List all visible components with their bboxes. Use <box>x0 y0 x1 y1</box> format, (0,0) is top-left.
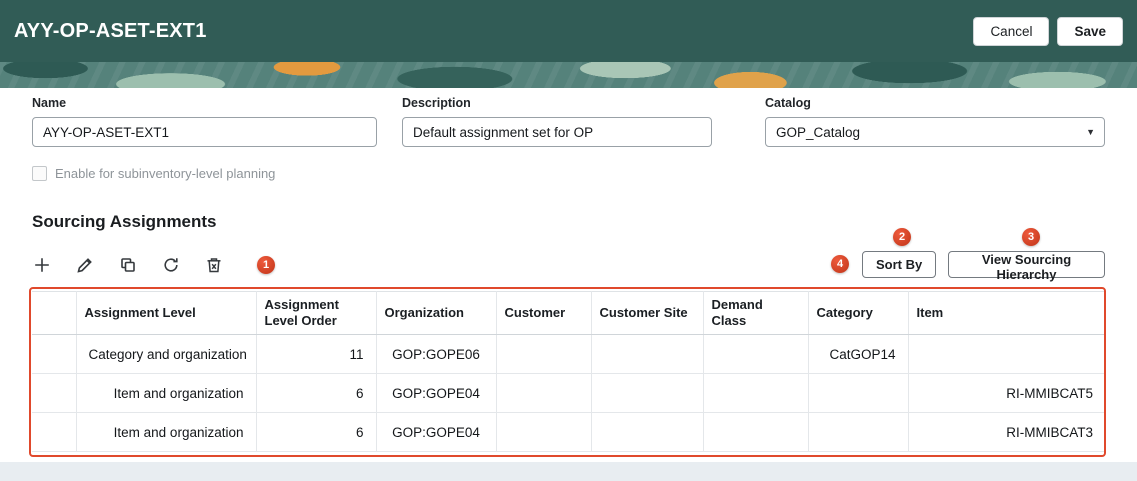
header-demand-class: Demand Class <box>703 291 809 335</box>
banner-pattern <box>0 62 1137 88</box>
chevron-down-icon: ▼ <box>1086 127 1095 137</box>
table-header-row: Assignment Level Assignment Level Order … <box>32 291 1105 335</box>
annotation-badge-3: 3 <box>1022 228 1040 246</box>
delete-button[interactable] <box>202 253 226 277</box>
table-toolbar: 1 <box>30 248 275 282</box>
page: AYY-OP-ASET-EXT1 Cancel Save Name Descri… <box>0 0 1137 481</box>
cell-item: RI-MMIBCAT5 <box>908 373 1105 413</box>
cancel-button[interactable]: Cancel <box>973 16 1050 46</box>
header-customer: Customer <box>496 291 592 335</box>
catalog-label: Catalog <box>765 96 811 110</box>
cell-organization: GOP:GOPE06 <box>376 334 497 374</box>
cell-customer-site <box>591 334 704 374</box>
cell-customer <box>496 334 592 374</box>
cell-customer-site <box>591 412 704 452</box>
cell-selector <box>32 373 77 413</box>
sourcing-assignments-table: Assignment Level Assignment Level Order … <box>32 291 1105 452</box>
sort-by-button[interactable]: Sort By <box>862 251 937 278</box>
cell-assignment-level: Category and organization <box>76 334 257 374</box>
cell-demand-class <box>703 334 809 374</box>
cell-order: 11 <box>256 334 377 374</box>
cell-order: 6 <box>256 412 377 452</box>
duplicate-button[interactable] <box>116 253 140 277</box>
cell-selector <box>32 334 77 374</box>
header-customer-site: Customer Site <box>591 291 704 335</box>
cell-item: RI-MMIBCAT3 <box>908 412 1105 452</box>
subinventory-checkbox[interactable] <box>32 166 47 181</box>
cell-item <box>908 334 1105 374</box>
cell-customer <box>496 373 592 413</box>
name-field: Name <box>32 96 377 147</box>
subinventory-checkbox-row: Enable for subinventory-level planning <box>32 166 275 181</box>
add-icon <box>35 258 49 272</box>
annotation-badge-4: 4 <box>831 255 849 273</box>
header-assignment-level: Assignment Level <box>76 291 257 335</box>
edit-button[interactable] <box>73 253 97 277</box>
table-row[interactable]: Item and organization 6 GOP:GOPE04 RI-MM… <box>32 373 1105 413</box>
cell-order: 6 <box>256 373 377 413</box>
cell-category <box>808 373 909 413</box>
description-label: Description <box>402 96 471 110</box>
cell-organization: GOP:GOPE04 <box>376 412 497 452</box>
section-title: Sourcing Assignments <box>32 212 217 231</box>
save-button[interactable]: Save <box>1057 16 1123 46</box>
top-bar: AYY-OP-ASET-EXT1 Cancel Save <box>0 0 1137 62</box>
description-field: Description <box>402 96 712 147</box>
table-row[interactable]: Item and organization 6 GOP:GOPE04 RI-MM… <box>32 412 1105 452</box>
cell-demand-class <box>703 412 809 452</box>
edit-icon <box>77 258 92 273</box>
main-content: Name Description Catalog GOP_Catalog ▼ E… <box>0 88 1137 462</box>
header-assignment-level-order: Assignment Level Order <box>256 291 377 335</box>
refresh-button[interactable] <box>159 253 183 277</box>
topbar-actions: Cancel Save <box>973 16 1123 46</box>
cell-category: CatGOP14 <box>808 334 909 374</box>
cell-category <box>808 412 909 452</box>
page-title: AYY-OP-ASET-EXT1 <box>14 19 207 42</box>
table-row[interactable]: Category and organization 11 GOP:GOPE06 … <box>32 334 1105 374</box>
refresh-icon <box>164 258 178 272</box>
cell-organization: GOP:GOPE04 <box>376 373 497 413</box>
catalog-select[interactable]: GOP_Catalog ▼ <box>765 117 1105 147</box>
header-item: Item <box>908 291 1105 335</box>
catalog-field: Catalog GOP_Catalog ▼ <box>765 96 1105 147</box>
cell-demand-class <box>703 373 809 413</box>
name-input[interactable] <box>32 117 377 147</box>
cell-assignment-level: Item and organization <box>76 412 257 452</box>
cell-selector <box>32 412 77 452</box>
delete-icon <box>207 258 221 273</box>
header-organization: Organization <box>376 291 497 335</box>
cell-assignment-level: Item and organization <box>76 373 257 413</box>
cell-customer <box>496 412 592 452</box>
add-button[interactable] <box>30 253 54 277</box>
header-category: Category <box>808 291 909 335</box>
description-input[interactable] <box>402 117 712 147</box>
subinventory-checkbox-label: Enable for subinventory-level planning <box>55 166 276 181</box>
duplicate-icon <box>121 258 135 272</box>
header-selector <box>32 291 77 335</box>
catalog-selected-value: GOP_Catalog <box>776 124 861 140</box>
name-label: Name <box>32 96 67 110</box>
cell-customer-site <box>591 373 704 413</box>
annotation-badge-1: 1 <box>257 256 275 274</box>
view-sourcing-hierarchy-button[interactable]: View Sourcing Hierarchy <box>948 251 1105 282</box>
annotation-badge-2: 2 <box>893 228 911 246</box>
